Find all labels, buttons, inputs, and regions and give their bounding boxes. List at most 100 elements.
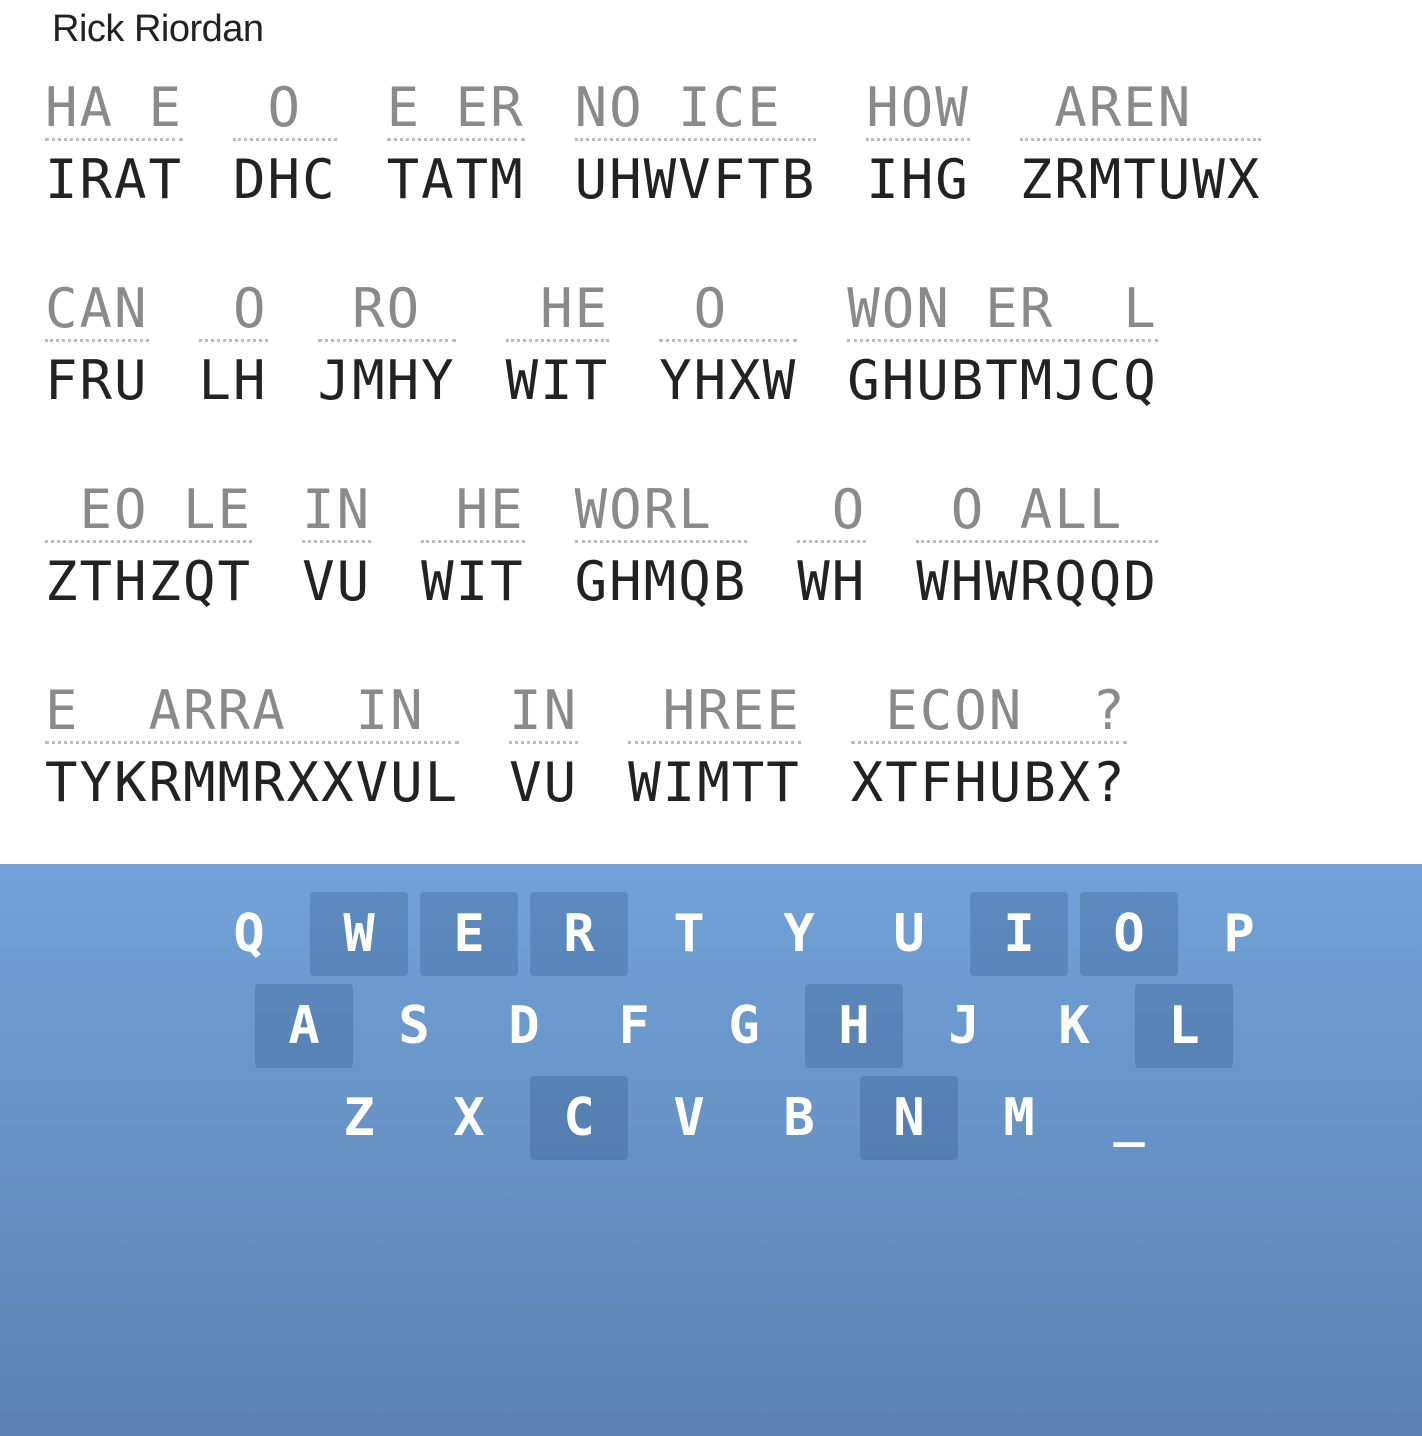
guess-text[interactable]: CAN — [45, 279, 149, 342]
key-y[interactable]: Y — [750, 892, 848, 976]
keyboard-panel: Q W E R T Y U I O P A S D F G H J K L Z X C V B N M _ — [0, 864, 1422, 1436]
guess-text[interactable]: O — [797, 480, 867, 543]
guess-text[interactable]: HOW — [866, 78, 970, 141]
guess-text[interactable]: HE — [421, 480, 525, 543]
key-x[interactable]: X — [420, 1076, 518, 1160]
key-o[interactable]: O — [1080, 892, 1178, 976]
puzzle-word[interactable]: HOW IHG — [866, 78, 970, 213]
puzzle-word[interactable]: E ER TATM — [386, 78, 525, 213]
puzzle-word[interactable]: O LH — [198, 279, 268, 414]
key-s[interactable]: S — [365, 984, 463, 1068]
puzzle-line: EO LE ZTHZQT IN VU HE WIT WORL GHMQB O WH O AL… — [45, 480, 1395, 615]
puzzle-word[interactable]: HREE WIMTT — [628, 681, 801, 816]
guess-text[interactable]: RO — [317, 279, 456, 342]
cipher-text[interactable]: VU — [302, 549, 371, 615]
guess-text[interactable]: WORL — [574, 480, 748, 543]
puzzle-word[interactable]: IN VU — [302, 480, 372, 615]
guess-text[interactable]: NO ICE — [574, 78, 817, 141]
cryptogram-page: Rick Riordan HA E IRAT O DHC E ER TATM NO IC… — [0, 0, 1422, 1436]
key-l[interactable]: L — [1135, 984, 1233, 1068]
cipher-text[interactable]: VU — [509, 750, 578, 816]
key-h[interactable]: H — [805, 984, 903, 1068]
cipher-text[interactable]: GHUBTMJCQ — [847, 348, 1158, 414]
cipher-text[interactable]: WIMTT — [628, 750, 801, 816]
guess-text[interactable]: ECON ? — [850, 681, 1127, 744]
guess-text[interactable]: AREN — [1019, 78, 1262, 141]
cipher-text[interactable]: LH — [199, 348, 268, 414]
key-t[interactable]: T — [640, 892, 738, 976]
puzzle-word[interactable]: HE WIT — [505, 279, 610, 414]
guess-text[interactable]: WON ER L — [847, 279, 1158, 342]
cipher-text[interactable]: JMHY — [318, 348, 456, 414]
puzzle-word[interactable]: EO LE ZTHZQT — [45, 480, 253, 615]
cipher-text[interactable]: IRAT — [45, 147, 183, 213]
puzzle-word[interactable]: O DHC — [233, 78, 337, 213]
puzzle-line: CAN FRU O LH RO JMHY HE WIT O YHXW WON ER LG… — [45, 279, 1395, 414]
guess-text[interactable]: O ALL — [916, 480, 1158, 543]
cipher-text[interactable]: WIT — [506, 348, 610, 414]
puzzle-word[interactable]: HA E IRAT — [45, 78, 184, 213]
key-q[interactable]: Q — [200, 892, 298, 976]
guess-text[interactable]: O — [233, 78, 337, 141]
puzzle-word[interactable]: O ALL WHWRQQD — [916, 480, 1158, 615]
key-e[interactable]: E — [420, 892, 518, 976]
guess-text[interactable]: IN — [509, 681, 579, 744]
guess-text[interactable]: HE — [505, 279, 610, 342]
cipher-text[interactable]: XTFHUBX? — [851, 750, 1127, 816]
puzzle-word[interactable]: O WH — [797, 480, 867, 615]
cipher-text[interactable]: FRU — [45, 348, 149, 414]
key-c[interactable]: C — [530, 1076, 628, 1160]
key-w[interactable]: W — [310, 892, 408, 976]
puzzle-word[interactable]: AREN ZRMTUWX — [1019, 78, 1262, 213]
cipher-text[interactable]: WH — [797, 549, 866, 615]
key-u[interactable]: U — [860, 892, 958, 976]
key-d[interactable]: D — [475, 984, 573, 1068]
key-r[interactable]: R — [530, 892, 628, 976]
puzzle-line: HA E IRAT O DHC E ER TATM NO ICE UHWVFTB HOW I… — [45, 78, 1395, 213]
puzzle-word[interactable]: HE WIT — [421, 480, 525, 615]
guess-text[interactable]: HA E — [45, 78, 184, 141]
guess-text[interactable]: EO LE — [45, 480, 253, 543]
key-blank[interactable]: _ — [1080, 1076, 1178, 1160]
cipher-text[interactable]: GHMQB — [575, 549, 748, 615]
puzzle-area: HA E IRAT O DHC E ER TATM NO ICE UHWVFTB HOW I… — [45, 78, 1395, 882]
cipher-text[interactable]: ZTHZQT — [45, 549, 252, 615]
guess-text[interactable]: O — [659, 279, 798, 342]
cipher-text[interactable]: DHC — [233, 147, 337, 213]
key-n[interactable]: N — [860, 1076, 958, 1160]
key-g[interactable]: G — [695, 984, 793, 1068]
guess-text[interactable]: HREE — [628, 681, 801, 744]
quote-author: Rick Riordan — [52, 8, 264, 50]
guess-text[interactable]: E ER — [386, 78, 525, 141]
puzzle-word[interactable]: NO ICE UHWVFTB — [574, 78, 817, 213]
guess-text[interactable]: IN — [302, 480, 372, 543]
cipher-text[interactable]: WHWRQQD — [916, 549, 1158, 615]
cipher-text[interactable]: TATM — [387, 147, 525, 213]
cipher-text[interactable]: YHXW — [659, 348, 797, 414]
cipher-text[interactable]: TYKRMMRXXVUL — [45, 750, 459, 816]
key-i[interactable]: I — [970, 892, 1068, 976]
cipher-text[interactable]: WIT — [421, 549, 525, 615]
key-a[interactable]: A — [255, 984, 353, 1068]
puzzle-word[interactable]: O YHXW — [659, 279, 798, 414]
puzzle-word[interactable]: E ARRA IN TYKRMMRXXVUL — [45, 681, 460, 816]
guess-text[interactable]: O — [198, 279, 268, 342]
guess-text[interactable]: E ARRA IN — [45, 681, 460, 744]
key-z[interactable]: Z — [310, 1076, 408, 1160]
cipher-text[interactable]: IHG — [866, 147, 970, 213]
puzzle-word[interactable]: IN VU — [509, 681, 579, 816]
key-b[interactable]: B — [750, 1076, 848, 1160]
cipher-text[interactable]: UHWVFTB — [575, 147, 817, 213]
puzzle-word[interactable]: CAN FRU — [45, 279, 149, 414]
puzzle-word[interactable]: WON ER L GHUBTMJCQ — [847, 279, 1158, 414]
key-m[interactable]: M — [970, 1076, 1068, 1160]
puzzle-word[interactable]: ECON ? XTFHUBX? — [850, 681, 1127, 816]
key-v[interactable]: V — [640, 1076, 738, 1160]
key-j[interactable]: J — [915, 984, 1013, 1068]
puzzle-word[interactable]: RO JMHY — [317, 279, 456, 414]
key-p[interactable]: P — [1190, 892, 1288, 976]
cipher-text[interactable]: ZRMTUWX — [1020, 147, 1262, 213]
key-k[interactable]: K — [1025, 984, 1123, 1068]
key-f[interactable]: F — [585, 984, 683, 1068]
puzzle-word[interactable]: WORL GHMQB — [574, 480, 748, 615]
